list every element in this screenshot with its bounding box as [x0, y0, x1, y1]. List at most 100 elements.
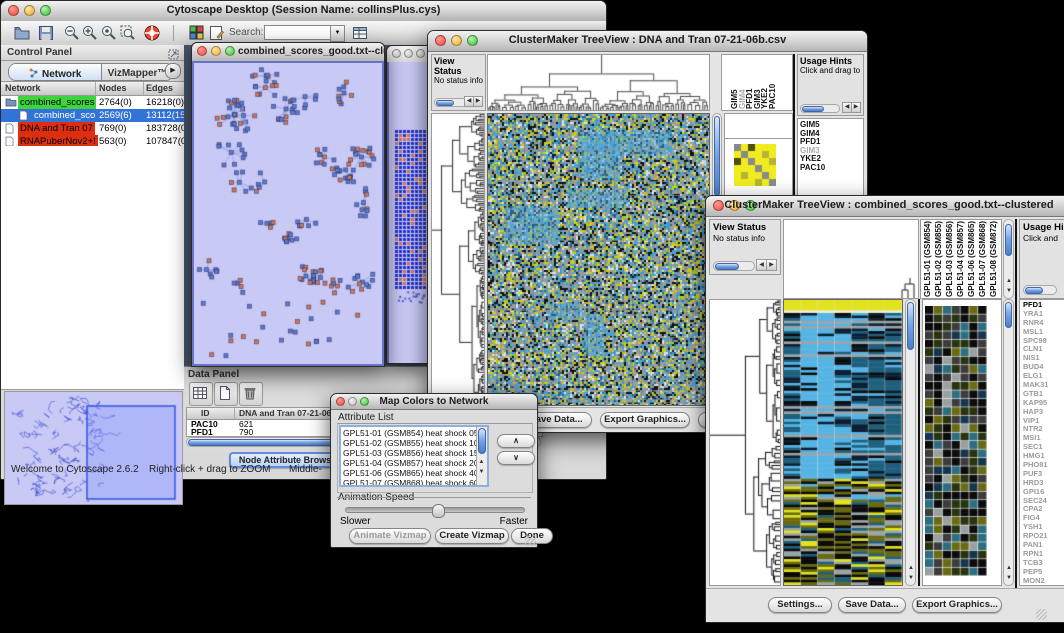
- tv2-top-vscrollbar[interactable]: ▲ ▼: [1003, 219, 1014, 299]
- export-graphics-button[interactable]: Export Graphics...: [912, 597, 1002, 613]
- attribute-list-item[interactable]: GPL51-04 (GSM857) heat shock 20 min: [341, 458, 487, 468]
- minimize-icon[interactable]: [211, 46, 221, 56]
- tv1-zoom-matrix[interactable]: [734, 144, 776, 186]
- right-arrow-icon[interactable]: ▶: [473, 96, 483, 107]
- up-arrow-icon[interactable]: ▲: [477, 458, 486, 467]
- minimize-icon[interactable]: [404, 49, 413, 58]
- save-data-button[interactable]: Save Data...: [838, 597, 906, 613]
- dp-col-id[interactable]: ID: [201, 408, 210, 418]
- tv1-array-dendrogram[interactable]: [487, 54, 710, 111]
- table-row[interactable]: combined_scores2764(0)16218(0): [1, 96, 184, 109]
- close-icon[interactable]: [392, 49, 401, 58]
- birdseye-view[interactable]: [4, 391, 183, 505]
- tv1-usage-hscrollbar[interactable]: [800, 104, 840, 113]
- attribute-list-item[interactable]: GPL51-02 (GSM855) heat shock 10 min: [341, 438, 487, 448]
- down-arrow-icon[interactable]: ▼: [1005, 574, 1013, 583]
- up-arrow-icon[interactable]: ▲: [1005, 277, 1013, 286]
- slider-thumb[interactable]: [432, 504, 445, 518]
- network-name[interactable]: combined_scores: [18, 96, 96, 109]
- attribute-list-item[interactable]: GPL51-07 (GSM868) heat shock 60 min: [341, 478, 487, 487]
- column-label[interactable]: GIM3: [753, 57, 761, 109]
- tv1-row-labels[interactable]: GIM5GIM4PFD1GIM3YKE2PAC10: [797, 118, 864, 202]
- zoom-window-icon[interactable]: [225, 46, 235, 56]
- tv2-zoom-heatmap[interactable]: [925, 306, 987, 576]
- create-vizmap-button[interactable]: Create Vizmap: [435, 528, 509, 544]
- down-arrow-icon[interactable]: ▼: [1005, 287, 1013, 296]
- search-input[interactable]: [264, 25, 332, 40]
- network-name[interactable]: DNA and Tran 07: [18, 122, 95, 135]
- zoom-out-button[interactable]: [63, 24, 80, 46]
- tv2-array-dendrogram[interactable]: [783, 219, 919, 299]
- column-label[interactable]: GPL51-01 (GSM854): [923, 221, 934, 297]
- resize-grip[interactable]: [525, 535, 536, 546]
- column-label[interactable]: GPL51-03 (GSM856): [945, 221, 956, 297]
- search-dropdown-button[interactable]: ▼: [330, 25, 345, 42]
- attribute-list-item[interactable]: GPL51-01 (GSM854) heat shock 05 min: [341, 428, 487, 438]
- resize-grip[interactable]: [1036, 609, 1047, 620]
- column-label[interactable]: PFD1: [745, 57, 753, 109]
- down-arrow-icon[interactable]: ▼: [477, 468, 486, 477]
- tv1-column-labels[interactable]: GIM5GIM4PFD1GIM3YKE2PAC10: [721, 54, 793, 111]
- save-session-button[interactable]: [37, 24, 55, 47]
- tv2-gene-dendrogram[interactable]: [709, 299, 781, 586]
- delete-attribute-button[interactable]: [239, 382, 263, 406]
- attribute-listbox[interactable]: GPL51-01 (GSM854) heat shock 05 minGPL51…: [339, 425, 489, 487]
- tv2-heatmap-vscroll-thumb[interactable]: [907, 302, 914, 350]
- column-label[interactable]: PAC10: [768, 57, 776, 109]
- birdseye-canvas[interactable]: [5, 392, 180, 502]
- tv2-gene-list[interactable]: PFD1YRA1RNR4MSL1SPC98CLN1NIS1BUD4ELG1MAK…: [1019, 299, 1064, 586]
- close-icon[interactable]: [197, 46, 207, 56]
- tv2-heatmap[interactable]: [783, 299, 903, 586]
- column-label[interactable]: GPL51-02 (GSM855): [934, 221, 945, 297]
- tv2-top-vscroll-thumb[interactable]: [1005, 224, 1012, 256]
- attribute-list-vscroll-thumb[interactable]: [478, 428, 486, 454]
- up-arrow-icon[interactable]: ▲: [1005, 564, 1013, 573]
- main-titlebar[interactable]: Cytoscape Desktop (Session Name: collins…: [1, 1, 606, 22]
- attribute-list-vscrollbar[interactable]: ▲ ▼: [476, 427, 487, 485]
- tv2-usage-hscrollbar[interactable]: [1023, 285, 1057, 295]
- right-arrow-icon[interactable]: ▶: [851, 102, 861, 113]
- new-attribute-button[interactable]: [214, 382, 238, 406]
- column-label[interactable]: GPL51-06 (GSM865): [967, 221, 978, 297]
- column-label[interactable]: YKE2: [760, 57, 768, 109]
- table-row[interactable]: DNA and Tran 07769(0)183728(0): [1, 122, 184, 135]
- tv1-status-hscrollbar[interactable]: [434, 98, 468, 107]
- dp-col-attr[interactable]: DNA and Tran 07-21-06: [239, 408, 331, 418]
- tv2-status-hscrollbar[interactable]: [713, 261, 755, 271]
- col-edges[interactable]: Edges: [146, 83, 173, 93]
- tv1-heatmap[interactable]: [487, 113, 710, 406]
- zoom-selected-button[interactable]: [100, 24, 117, 46]
- open-session-button[interactable]: [13, 24, 31, 47]
- table-row[interactable]: combined_sco2569(6)13112(15): [1, 109, 184, 122]
- settings-button[interactable]: Settings...: [768, 597, 832, 613]
- zoom-window-icon[interactable]: [416, 49, 425, 58]
- right-arrow-icon[interactable]: ▶: [766, 259, 777, 271]
- animation-speed-slider[interactable]: [345, 507, 525, 513]
- attribute-list-item[interactable]: GPL51-03 (GSM856) heat shock 15 min: [341, 448, 487, 458]
- attribute-list-item[interactable]: GPL51-06 (GSM865) heat shock 40 min: [341, 468, 487, 478]
- gene-label[interactable]: MON2: [1023, 577, 1064, 586]
- tv1-heatmap-vscroll-thumb[interactable]: [714, 116, 720, 196]
- tv2-genelist-vscroll-thumb[interactable]: [1005, 302, 1012, 328]
- col-nodes[interactable]: Nodes: [99, 83, 127, 93]
- animate-vizmap-button[interactable]: Animate Vizmap: [349, 528, 431, 544]
- column-label[interactable]: GIM4: [738, 57, 746, 109]
- up-arrow-icon[interactable]: ▲: [907, 564, 915, 573]
- network-table-header[interactable]: Network Nodes Edges: [1, 81, 184, 96]
- tab-overflow-button[interactable]: ▶: [165, 63, 181, 79]
- zoom-fit-button[interactable]: [119, 24, 136, 46]
- network-grid-canvas[interactable]: [389, 62, 429, 361]
- tv2-column-labels[interactable]: GPL51-01 (GSM854)GPL51-02 (GSM855)GPL51-…: [920, 219, 1002, 299]
- tv2-heatmap-vscrollbar[interactable]: ▲ ▼: [905, 299, 916, 586]
- table-grid-button[interactable]: [189, 382, 213, 406]
- column-label[interactable]: GPL51-08 (GSM872): [989, 221, 1000, 297]
- tv1-gene-dendrogram[interactable]: [431, 113, 485, 406]
- network-view-canvas[interactable]: [194, 63, 382, 364]
- tab-network[interactable]: Network: [9, 64, 102, 80]
- move-up-button[interactable]: ∧: [497, 434, 535, 448]
- row-label[interactable]: PAC10: [800, 164, 863, 173]
- network-name[interactable]: combined_sco: [32, 109, 97, 122]
- move-down-button[interactable]: ∨: [497, 451, 535, 465]
- tab-vizmapper[interactable]: VizMapper™: [102, 64, 173, 80]
- column-label[interactable]: GPL51-07 (GSM868): [978, 221, 989, 297]
